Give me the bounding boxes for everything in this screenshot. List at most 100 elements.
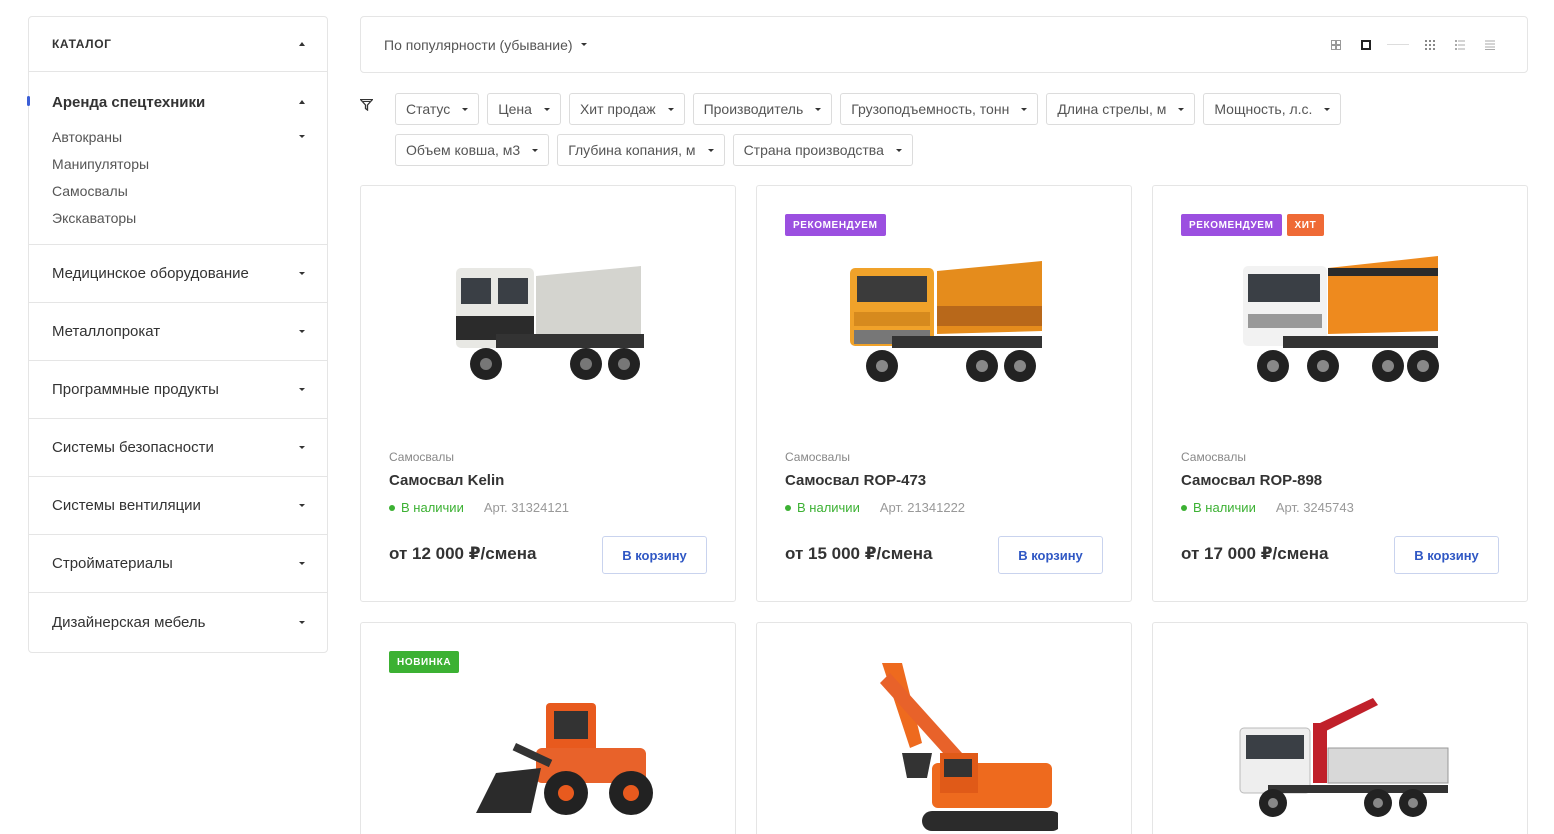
active-marker [27,96,30,106]
filter-country[interactable]: Страна производства [732,134,913,166]
filter-label: Глубина копания, м [568,142,696,158]
sidebar-item-security[interactable]: Системы безопасности [29,419,327,477]
filter-hit[interactable]: Хит продаж [568,93,685,125]
product-card[interactable]: РЕКОМЕНДУЕМ ХИТ Самосвалы Самосвал ROP-8… [1152,185,1528,602]
product-card[interactable]: НОВИНКА [360,622,736,834]
filter-bucket-volume[interactable]: Объем ковша, м3 [395,134,550,166]
sidebar-item-label: Дизайнерская мебель [52,613,206,631]
badge-group: РЕКОМЕНДУЕМ [785,214,886,236]
filter-status[interactable]: Статус [395,93,480,125]
product-card[interactable]: РЕКОМЕНДУЕМ Самосвалы Самосвал ROP-473 В… [756,185,1132,602]
catalog-title: КАТАЛОГ [52,37,112,51]
filter-label: Объем ковша, м3 [406,142,521,158]
sidebar-item-active: Аренда спецтехники Автокраны Манипулятор… [27,72,327,245]
sidebar-item-software[interactable]: Программные продукты [29,361,327,419]
sidebar-subitem-dumptrucks[interactable]: Самосвалы [52,177,305,204]
sidebar-item-rental[interactable]: Аренда спецтехники [52,92,305,112]
product-image-dump-truck[interactable] [1228,246,1454,396]
product-card[interactable] [756,622,1132,834]
sidebar-subitem-autocranes[interactable]: Автокраны [52,123,305,150]
add-to-cart-button[interactable]: В корзину [998,536,1103,574]
list-icon[interactable] [1445,35,1475,55]
filter-boom-length[interactable]: Длина стрелы, м [1046,93,1196,125]
chevron-down-icon [532,148,539,152]
sidebar-item-furniture[interactable]: Дизайнерская мебель [29,593,327,651]
filter-manufacturer[interactable]: Производитель [692,93,833,125]
grid-card-icon[interactable] [1351,35,1381,55]
chevron-down-icon[interactable] [299,330,305,333]
sidebar-submenu: Автокраны Манипуляторы Самосвалы Экскава… [52,123,305,231]
chevron-down-icon [895,148,902,152]
chevron-down-icon[interactable] [299,504,305,507]
view-switcher [1321,35,1505,55]
filter-label: Хит продаж [579,101,656,117]
catalog-sidebar: КАТАЛОГ Аренда спецтехники Автокраны Ман… [27,16,328,653]
chevron-down-icon[interactable] [299,562,305,565]
chevron-down-icon[interactable] [299,620,305,624]
product-availability: В наличии Арт. 3245743 [1181,500,1354,515]
sidebar-subitem-label: Автокраны [52,128,122,145]
filter-capacity[interactable]: Грузоподъемность, тонн [840,93,1039,125]
chevron-down-icon[interactable] [299,272,305,275]
sidebar-subitem-label: Самосвалы [52,182,128,199]
product-card[interactable]: Самосвалы Самосвал Kelin В наличии Арт. … [360,185,736,602]
product-image-dump-truck[interactable] [436,246,662,396]
grid-small-icon[interactable] [1415,35,1445,55]
filter-dig-depth[interactable]: Глубина копания, м [557,134,725,166]
chevron-down-icon [1324,107,1331,111]
chevron-down-icon[interactable] [299,388,305,391]
filter-label: Цена [498,101,532,117]
filter-label: Мощность, л.с. [1214,101,1313,117]
chevron-up-icon[interactable] [299,42,305,46]
product-price: от 15 000 ₽/смена [785,544,933,563]
chevron-down-icon [707,148,714,152]
sidebar-item-ventilation[interactable]: Системы вентиляции [29,477,327,535]
product-name[interactable]: Самосвал ROP-898 [1181,472,1322,489]
catalog-header[interactable]: КАТАЛОГ [29,17,327,72]
sidebar-subitem-label: Экскаваторы [52,209,137,226]
product-image-crane-truck[interactable] [1228,693,1454,823]
product-name[interactable]: Самосвал ROP-473 [785,472,926,489]
product-image-wheel-loader[interactable] [436,693,662,823]
product-name[interactable]: Самосвал Kelin [389,472,504,489]
product-category[interactable]: Самосвалы [1181,450,1246,464]
stock-dot-icon [389,504,395,511]
chevron-down-icon [667,107,674,111]
product-image-dump-truck[interactable] [832,246,1058,396]
add-to-cart-button[interactable]: В корзину [1394,536,1499,574]
product-price: от 17 000 ₽/смена [1181,544,1329,563]
product-article: Арт. 21341222 [879,500,966,515]
filter-icon[interactable] [360,99,373,111]
stock-label: В наличии [797,500,860,515]
sidebar-item-label: Медицинское оборудование [52,265,249,282]
product-category[interactable]: Самосвалы [785,450,850,464]
chevron-down-icon [1021,107,1028,111]
table-icon[interactable] [1475,35,1505,55]
product-image-excavator[interactable] [832,653,1058,833]
sidebar-item-metal[interactable]: Металлопрокат [29,303,327,361]
badge-hit: ХИТ [1286,214,1325,236]
grid-large-icon[interactable] [1321,35,1351,55]
badge-recommended: РЕКОМЕНДУЕМ [1181,214,1282,236]
filter-price[interactable]: Цена [487,93,561,125]
chevron-down-icon[interactable] [299,135,305,138]
filter-chips: Статус Цена Хит продаж Производитель Гру… [395,93,1415,166]
product-card[interactable] [1152,622,1528,834]
sidebar-item-medical[interactable]: Медицинское оборудование [29,245,327,303]
stock-dot-icon [785,504,791,511]
chevron-down-icon [1178,107,1185,111]
chevron-down-icon[interactable] [299,446,305,449]
chevron-down-icon [815,107,822,111]
product-category[interactable]: Самосвалы [389,450,454,464]
badge-group: РЕКОМЕНДУЕМ ХИТ [1181,214,1325,236]
sidebar-subitem-excavators[interactable]: Экскаваторы [52,204,305,231]
product-article: Арт. 31324121 [483,500,570,515]
chevron-up-icon[interactable] [299,100,305,104]
add-to-cart-button[interactable]: В корзину [602,536,707,574]
filter-power[interactable]: Мощность, л.с. [1203,93,1342,125]
sidebar-item-building[interactable]: Стройматериалы [29,535,327,593]
sort-dropdown[interactable]: По популярности (убывание) [384,37,587,53]
sidebar-subitem-manipulators[interactable]: Манипуляторы [52,150,305,177]
sidebar-item-label: Системы вентиляции [52,497,201,514]
filter-label: Страна производства [743,142,884,158]
